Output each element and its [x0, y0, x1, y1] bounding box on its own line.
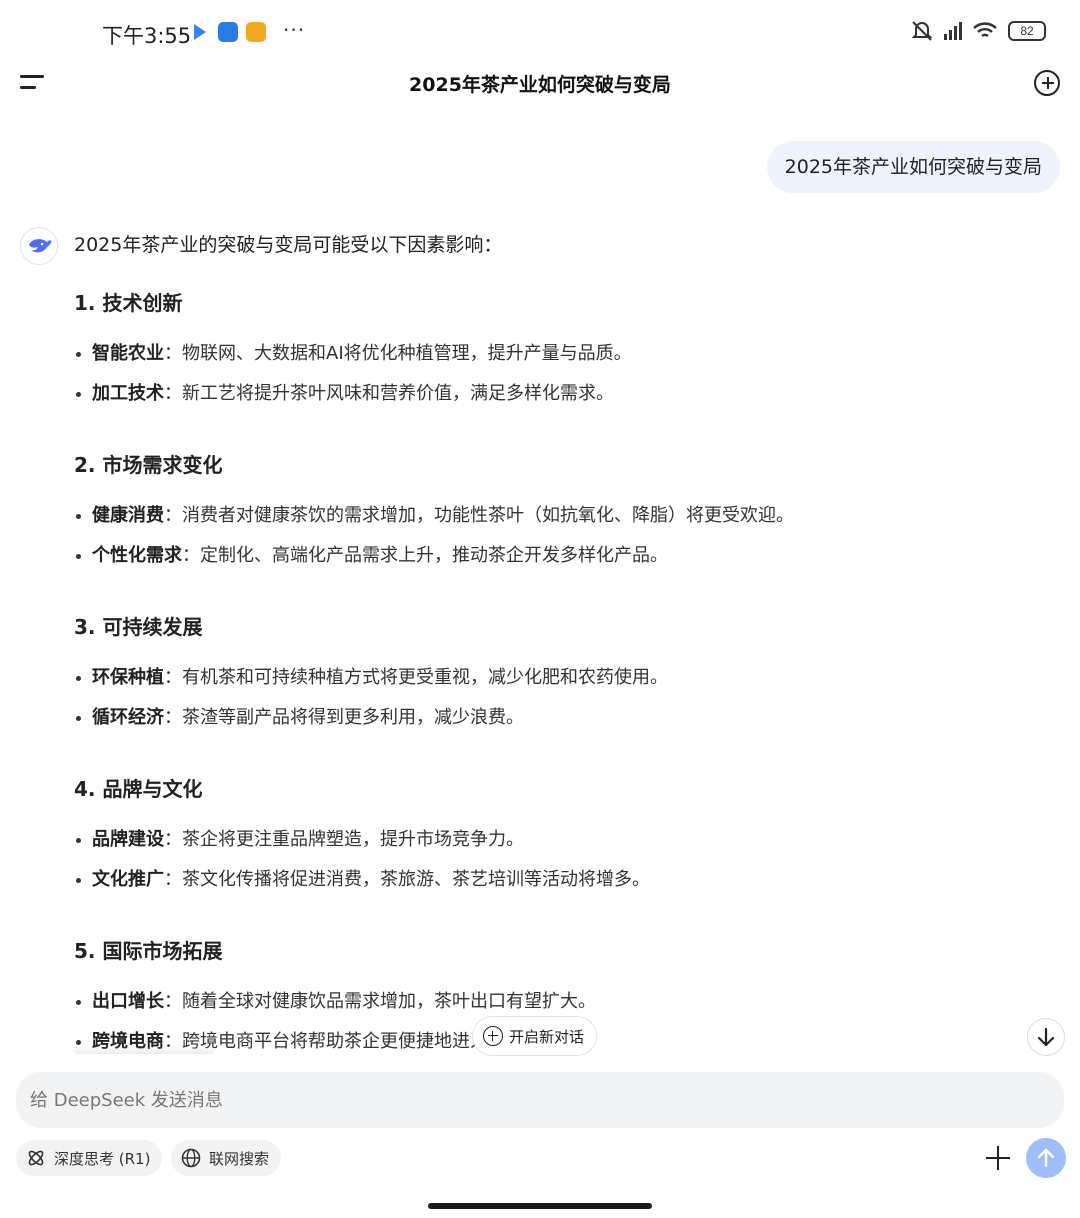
app-grid-icon	[218, 22, 238, 42]
bullet-dot-icon	[76, 838, 81, 843]
battery-icon: 82	[1008, 21, 1046, 41]
new-chat-icon[interactable]	[1034, 70, 1060, 96]
bullet-term: 环保种植	[92, 667, 164, 688]
bullet-term: 加工技术	[92, 383, 164, 404]
bullet-text: 有机茶和可持续种植方式将更受重视，减少化肥和农药使用。	[182, 667, 668, 688]
bullet-list: 品牌建设：茶企将更注重品牌塑造，提升市场竞争力。 文化推广：茶文化传播将促进消费，…	[74, 828, 1034, 908]
bullet-item: 智能农业：物联网、大数据和AI将优化种植管理，提升产量与品质。	[74, 342, 1034, 382]
bullet-dot-icon	[76, 554, 81, 559]
status-indicators: 82	[910, 20, 1046, 42]
bullet-item: 文化推广：茶文化传播将促进消费，茶旅游、茶艺培训等活动将增多。	[74, 868, 1034, 908]
bullet-term: 循环经济	[92, 707, 164, 728]
bullet-dot-icon	[76, 392, 81, 397]
section-heading: 4. 品牌与文化	[74, 777, 203, 801]
mute-icon	[911, 21, 933, 41]
send-button[interactable]	[1026, 1138, 1066, 1178]
bullet-dot-icon	[76, 1000, 81, 1005]
bullet-item: 品牌建设：茶企将更注重品牌塑造，提升市场竞争力。	[74, 828, 1034, 868]
bullet-text: 茶渣等副产品将得到更多利用，减少浪费。	[182, 707, 524, 728]
new-chat-label: 开启新对话	[509, 1027, 585, 1046]
bullet-dot-icon	[76, 676, 81, 681]
wifi-icon	[973, 22, 997, 38]
web-search-label: 联网搜索	[209, 1149, 270, 1168]
bullet-text: 随着全球对健康饮品需求增加，茶叶出口有望扩大。	[182, 991, 596, 1012]
answer-sections: 1. 技术创新 智能农业：物联网、大数据和AI将优化种植管理，提升产量与品质。 加工…	[74, 288, 1034, 1070]
bullet-item: 循环经济：茶渣等副产品将得到更多利用，减少浪费。	[74, 706, 1034, 746]
status-more-icon: ···	[283, 18, 306, 42]
bullet-term: 个性化需求	[92, 545, 182, 566]
bullet-term: 智能农业	[92, 343, 164, 364]
home-indicator[interactable]	[428, 1203, 652, 1209]
bullet-item: 健康消费：消费者对健康茶饮的需求增加，功能性茶叶（如抗氧化、降脂）将更受欢迎。	[74, 504, 1034, 544]
play-app-icon	[194, 24, 206, 40]
bullet-dot-icon	[76, 878, 81, 883]
message-input-box[interactable]	[16, 1072, 1064, 1128]
bullet-colon: ：	[164, 383, 182, 404]
deepseek-avatar	[20, 227, 58, 265]
bullet-text: 茶企将更注重品牌塑造，提升市场竞争力。	[182, 829, 524, 850]
user-message-bubble: 2025年茶产业如何突破与变局	[766, 141, 1060, 193]
bullet-term: 健康消费	[92, 505, 164, 526]
status-time: 下午3:55	[102, 24, 192, 48]
scroll-down-button[interactable]	[1027, 1018, 1065, 1056]
bullet-text: 物联网、大数据和AI将优化种植管理，提升产量与品质。	[182, 343, 632, 364]
bullet-dot-icon	[76, 1040, 81, 1045]
bullet-item: 加工技术：新工艺将提升茶叶风味和营养价值，满足多样化需求。	[74, 382, 1034, 422]
attach-plus-button[interactable]	[984, 1144, 1012, 1172]
arrow-down-icon	[1037, 1027, 1055, 1047]
bullet-list: 环保种植：有机茶和可持续种植方式将更受重视，减少化肥和农药使用。 循环经济：茶渣等…	[74, 666, 1034, 746]
truncated-content-fade	[74, 1046, 214, 1054]
bullet-item: 环保种植：有机茶和可持续种植方式将更受重视，减少化肥和农药使用。	[74, 666, 1034, 706]
bullet-term: 品牌建设	[92, 829, 164, 850]
section-heading: 2. 市场需求变化	[74, 453, 223, 477]
bullet-text: 茶文化传播将促进消费，茶旅游、茶艺培训等活动将增多。	[182, 869, 650, 890]
bullet-colon: ：	[182, 545, 200, 566]
bullet-dot-icon	[76, 514, 81, 519]
bullet-colon: ：	[164, 991, 182, 1012]
arrow-up-icon	[1037, 1148, 1055, 1168]
web-search-toggle[interactable]: 联网搜索	[171, 1140, 282, 1176]
bullet-dot-icon	[76, 716, 81, 721]
top-bar: 2025年茶产业如何突破与变局	[0, 58, 1080, 110]
atom-icon	[28, 1150, 44, 1166]
status-app-icons	[194, 22, 266, 42]
deepseek-whale-icon	[29, 239, 52, 253]
section-heading: 5. 国际市场拓展	[74, 939, 223, 963]
signal-icon	[944, 22, 962, 40]
notes-app-icon	[246, 22, 266, 42]
conversation-title: 2025年茶产业如何突破与变局	[409, 74, 671, 96]
assistant-answer: 2025年茶产业的突破与变局可能受以下因素影响： 1. 技术创新 智能农业：物联网…	[74, 230, 1034, 1070]
bullet-dot-icon	[76, 352, 81, 357]
bullet-colon: ：	[164, 505, 182, 526]
globe-icon	[181, 1148, 201, 1168]
bullet-term: 文化推广	[92, 869, 164, 890]
deep-think-label: 深度思考 (R1)	[54, 1149, 151, 1168]
section-heading: 1. 技术创新	[74, 291, 183, 315]
bullet-list: 智能农业：物联网、大数据和AI将优化种植管理，提升产量与品质。 加工技术：新工艺将…	[74, 342, 1034, 422]
bullet-colon: ：	[164, 869, 182, 890]
answer-intro: 2025年茶产业的突破与变局可能受以下因素影响：	[74, 234, 503, 256]
bullet-colon: ：	[164, 829, 182, 850]
bullet-term: 出口增长	[92, 991, 164, 1012]
bullet-colon: ：	[164, 667, 182, 688]
bullet-text: 新工艺将提升茶叶风味和营养价值，满足多样化需求。	[182, 383, 614, 404]
bullet-item: 个性化需求：定制化、高端化产品需求上升，推动茶企开发多样化产品。	[74, 544, 1034, 584]
add-chat-icon	[483, 1026, 503, 1046]
bullet-text: 定制化、高端化产品需求上升，推动茶企开发多样化产品。	[200, 545, 668, 566]
bullet-colon: ：	[164, 343, 182, 364]
new-chat-button[interactable]: 开启新对话	[472, 1016, 598, 1056]
deep-think-toggle[interactable]: 深度思考 (R1)	[16, 1140, 163, 1176]
bullet-list: 健康消费：消费者对健康茶饮的需求增加，功能性茶叶（如抗氧化、降脂）将更受欢迎。个…	[74, 504, 1034, 584]
bullet-text: 消费者对健康茶饮的需求增加，功能性茶叶（如抗氧化、降脂）将更受欢迎。	[182, 505, 794, 526]
message-input[interactable]	[30, 1072, 1030, 1128]
status-bar: 下午3:55 ··· 82	[0, 0, 1080, 64]
section-heading: 3. 可持续发展	[74, 615, 203, 639]
bullet-colon: ：	[164, 707, 182, 728]
